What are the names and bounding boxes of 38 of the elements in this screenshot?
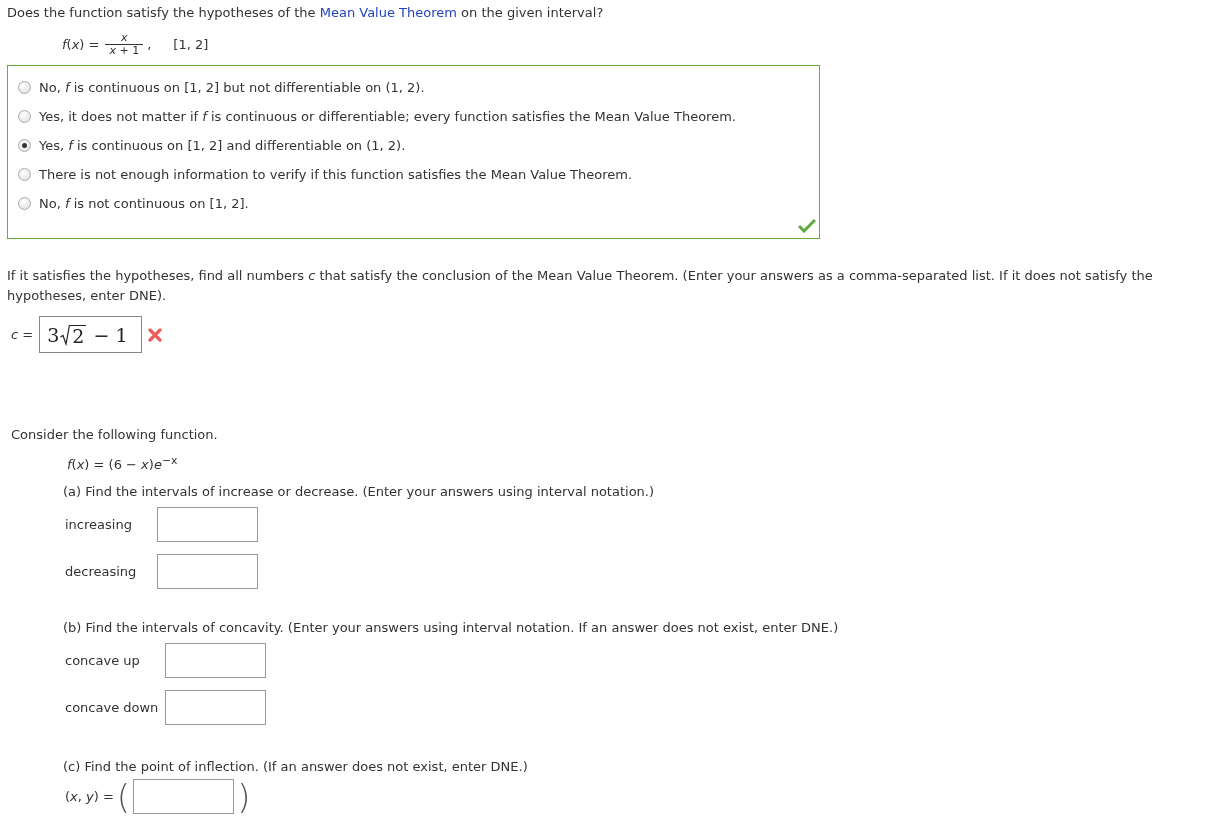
part-prompt: (a) Find the intervals of increase or decrease. (Enter your answers using interval notation.) bbox=[63, 483, 656, 502]
field-label: concave down bbox=[65, 700, 159, 716]
input-field[interactable] bbox=[157, 507, 258, 543]
question-text: Does the function satisfy the hypotheses of the Mean Value Theorem on the given interval? bbox=[7, 4, 605, 22]
interval: [1, 2] bbox=[173, 36, 209, 52]
radio-button[interactable] bbox=[18, 197, 31, 210]
close-icon bbox=[148, 327, 163, 342]
radio-button[interactable] bbox=[18, 81, 31, 94]
open-paren: ( bbox=[116, 779, 131, 814]
answer-field[interactable]: 3 2 − 1 bbox=[39, 316, 143, 353]
field-label: concave up bbox=[65, 653, 141, 669]
part-prompt: (b) Find the intervals of concavity. (Enter your answers using interval notation. If an answer does not exist, enter DNE.) bbox=[63, 619, 840, 638]
part-prompt: (c) Find the point of inflection. (If an answer does not exist, enter DNE.) bbox=[63, 758, 529, 777]
close-paren: ) bbox=[237, 779, 251, 814]
function-text: f(x) = (6 −x)e$^{−x}$ bbox=[67, 453, 179, 475]
field-label: increasing bbox=[65, 517, 133, 533]
radio-button[interactable] bbox=[18, 139, 31, 152]
input-field[interactable] bbox=[157, 554, 258, 590]
function-label: f(x) = bbox=[62, 36, 100, 52]
field-label: decreasing bbox=[65, 564, 138, 580]
option-label: No, f is not continuous on [1, 2]. bbox=[39, 196, 249, 211]
intro-text: Consider the following function. bbox=[11, 426, 219, 444]
fraction: x x + 1 bbox=[105, 31, 144, 57]
input-field[interactable] bbox=[133, 779, 235, 815]
field-label: (x, y) = bbox=[65, 789, 114, 805]
question-text: If it satisfies the hypotheses, find all numbers c that satisfy the conclusion of the Mean Value Theorem. (Enter your answers as a comma-separated list. If it does not satisfy the hypotheses, enter DNE). bbox=[7, 267, 1154, 305]
check-icon bbox=[798, 219, 816, 233]
radical-sign-icon bbox=[60, 323, 71, 346]
input-field[interactable] bbox=[165, 643, 266, 679]
input-field[interactable] bbox=[165, 690, 266, 726]
comma: , bbox=[147, 36, 152, 52]
option-label: Yes, f is continuous on [1, 2] and differentiable on (1, 2). bbox=[39, 138, 406, 153]
option-label: No, f is continuous on [1, 2] but not differentiable on (1, 2). bbox=[39, 80, 425, 95]
theorem-link[interactable]: Mean Value Theorem bbox=[319, 5, 457, 20]
radio-button[interactable] bbox=[18, 110, 31, 123]
option-label: There is not enough information to verify if this function satisfies the Mean Value Theorem. bbox=[39, 167, 633, 182]
radio-button[interactable] bbox=[18, 168, 31, 181]
answer-label: c = bbox=[11, 327, 34, 342]
